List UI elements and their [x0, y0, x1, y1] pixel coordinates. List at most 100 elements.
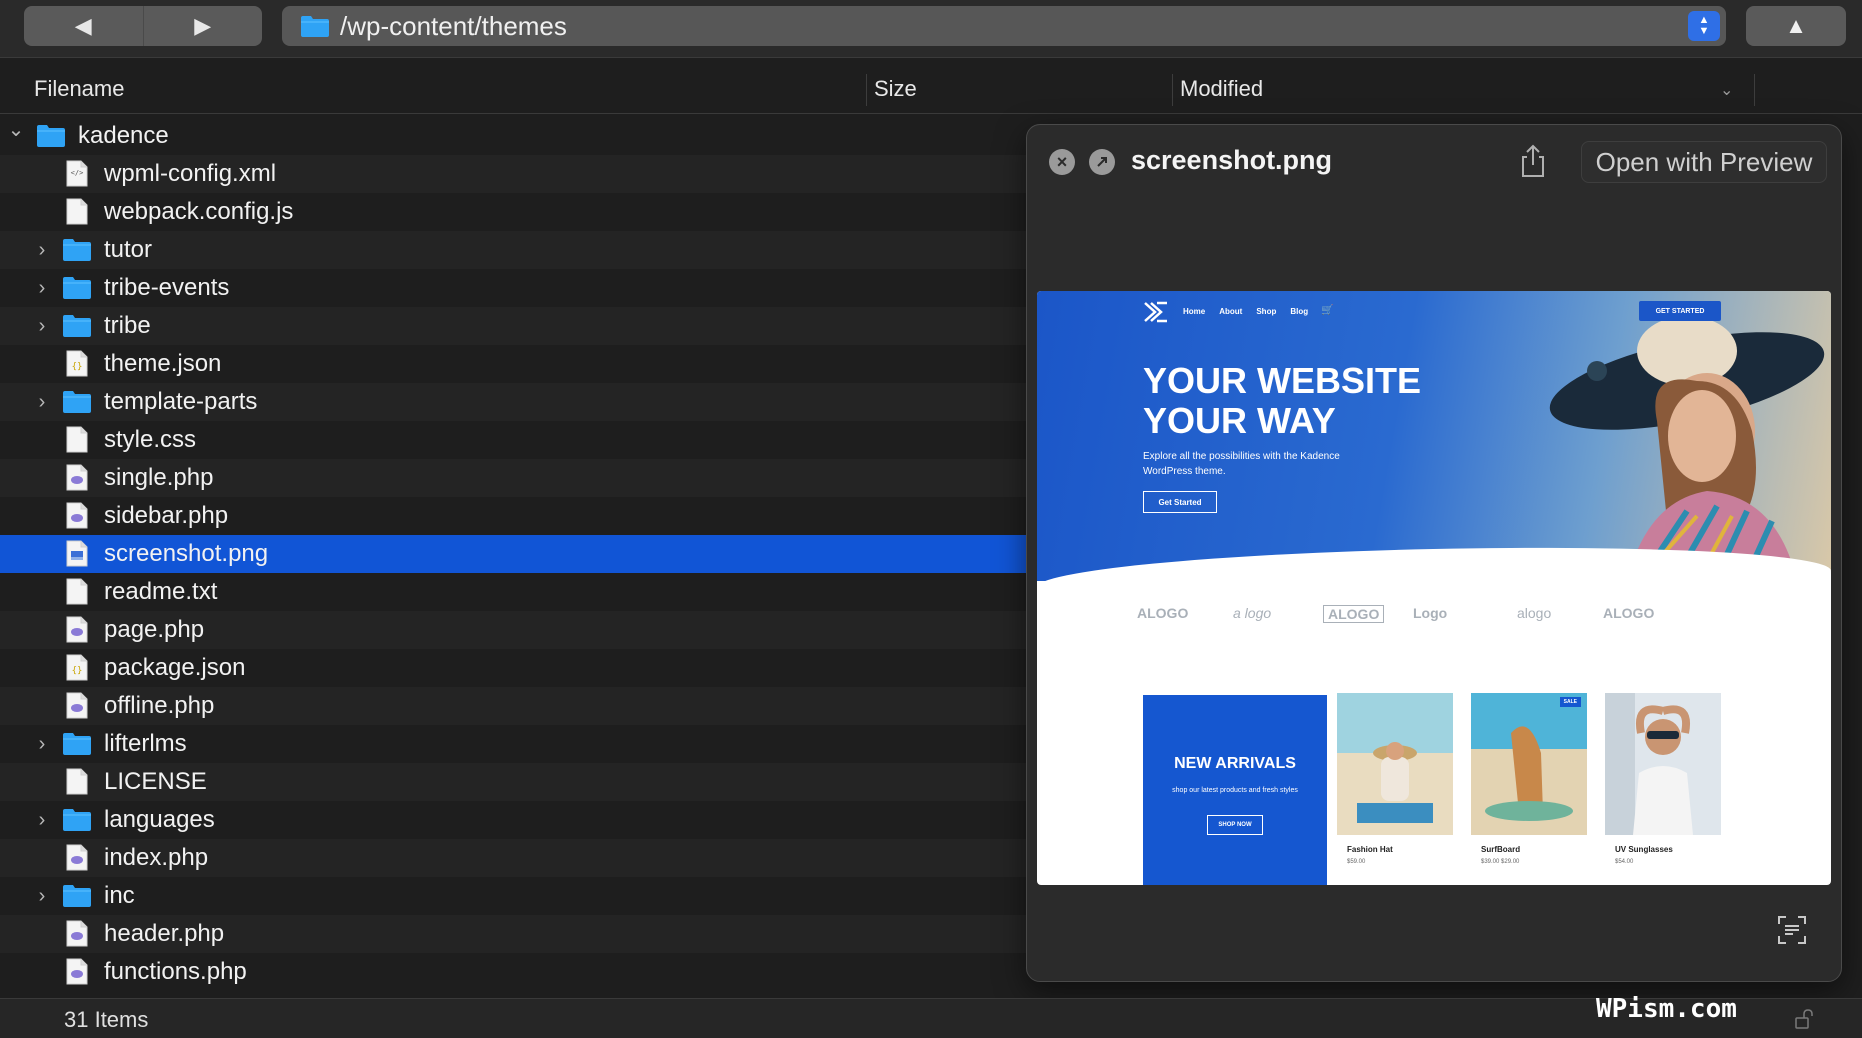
folder-icon — [62, 275, 92, 305]
file-name: webpack.config.js — [104, 198, 294, 225]
product-price: $59.00 — [1347, 859, 1366, 865]
file-row[interactable]: sidebar.php — [0, 497, 1026, 535]
new-arrivals-subtitle: shop our latest products and fresh style… — [1172, 787, 1298, 794]
forward-button[interactable]: ▶ — [142, 6, 263, 46]
parent-folder-button[interactable]: ▲ — [1746, 6, 1846, 46]
file-row[interactable]: {} theme.json — [0, 345, 1026, 383]
folder-row[interactable]: › tutor — [0, 231, 1026, 269]
column-divider[interactable] — [1754, 74, 1755, 106]
document-icon — [66, 578, 88, 610]
column-divider[interactable] — [1172, 74, 1173, 106]
back-arrow-icon: ◀ — [74, 13, 92, 38]
folder-row[interactable]: › languages — [0, 801, 1026, 839]
file-row[interactable]: style.css — [0, 421, 1026, 459]
image-file-icon — [66, 540, 88, 572]
site-nav-item: About — [1219, 307, 1243, 316]
folder-row[interactable]: › tribe-events — [0, 269, 1026, 307]
forward-arrow-icon: ▶ — [194, 13, 212, 38]
folder-row[interactable]: › template-parts — [0, 383, 1026, 421]
new-arrivals-card: NEW ARRIVALS shop our latest products an… — [1143, 695, 1327, 885]
file-row[interactable]: screenshot.png — [0, 535, 1026, 573]
document-icon — [66, 198, 88, 230]
product-card: Fashion Hat $59.00 — [1337, 693, 1453, 885]
file-row[interactable]: LICENSE — [0, 763, 1026, 801]
file-name: readme.txt — [104, 578, 218, 605]
folder-row[interactable]: ⌄ kadence — [0, 117, 1026, 155]
open-with-preview-button[interactable]: Open with Preview — [1581, 141, 1827, 183]
quicklook-title: screenshot.png — [1131, 145, 1333, 175]
path-selector[interactable]: /wp-content/themes ▲ ▼ — [282, 6, 1726, 46]
items-count: 31 Items — [64, 1007, 149, 1032]
folder-row[interactable]: › tribe — [0, 307, 1026, 345]
file-row[interactable]: index.php — [0, 839, 1026, 877]
product-image — [1471, 693, 1587, 835]
fullscreen-icon[interactable] — [1089, 149, 1115, 175]
file-row[interactable]: webpack.config.js — [0, 193, 1026, 231]
document-icon — [66, 768, 88, 800]
column-modified[interactable]: Modified — [1180, 76, 1263, 102]
sort-chevron-icon[interactable]: ⌄ — [1720, 80, 1733, 100]
file-name: tribe-events — [104, 274, 230, 301]
file-row[interactable]: </> wpml-config.xml — [0, 155, 1026, 193]
status-bar: 31 Items — [0, 998, 1862, 1038]
file-row[interactable]: {} package.json — [0, 649, 1026, 687]
file-name: tribe — [104, 312, 151, 339]
file-row[interactable]: functions.php — [0, 953, 1026, 991]
chevron-right-icon[interactable]: › — [32, 391, 52, 413]
file-name: screenshot.png — [104, 540, 269, 567]
file-name: LICENSE — [104, 768, 207, 795]
file-name: tutor — [104, 236, 153, 263]
chevron-right-icon[interactable]: › — [32, 809, 52, 831]
folder-row[interactable]: › inc — [0, 877, 1026, 915]
folder-icon — [62, 313, 92, 343]
toolbar: ◀ ▶ /wp-content/themes ▲ ▼ ▲ — [0, 0, 1862, 58]
up-arrow-icon: ▲ — [1785, 13, 1807, 38]
file-row[interactable]: single.php — [0, 459, 1026, 497]
php-file-icon — [66, 844, 88, 876]
site-nav-item: Shop — [1256, 307, 1277, 316]
svg-text:{}: {} — [72, 666, 83, 676]
share-icon[interactable] — [1517, 143, 1549, 179]
live-text-icon[interactable] — [1777, 915, 1807, 945]
hero-button: Get Started — [1143, 491, 1217, 513]
chevron-right-icon[interactable]: › — [32, 733, 52, 755]
file-list: ⌄ kadence </> wpml-config.xml webpack.config… — [0, 117, 1026, 997]
product-name: UV Sunglasses — [1615, 845, 1673, 854]
folder-row[interactable]: › lifterlms — [0, 725, 1026, 763]
site-nav-item: Home — [1183, 307, 1206, 316]
file-name: lifterlms — [104, 730, 187, 757]
partner-logo: Logo — [1413, 605, 1448, 621]
cart-icon: 🛒 — [1321, 305, 1334, 316]
file-name: sidebar.php — [104, 502, 229, 529]
column-filename[interactable]: Filename — [34, 76, 124, 102]
file-row[interactable]: page.php — [0, 611, 1026, 649]
back-button[interactable]: ◀ — [24, 6, 143, 46]
chevron-right-icon[interactable]: › — [32, 277, 52, 299]
php-file-icon — [66, 464, 88, 496]
unlock-icon[interactable] — [1794, 1008, 1816, 1030]
file-row[interactable]: readme.txt — [0, 573, 1026, 611]
chevron-right-icon[interactable]: › — [32, 239, 52, 261]
column-size[interactable]: Size — [874, 76, 917, 102]
site-nav-item: Blog — [1290, 307, 1309, 316]
chevron-right-icon[interactable]: › — [32, 315, 52, 337]
file-row[interactable]: header.php — [0, 915, 1026, 953]
path-dropdown-icon[interactable]: ▲ ▼ — [1688, 11, 1720, 41]
watermark: WPism.com — [1596, 994, 1737, 1024]
hero-title: YOUR WEBSITE YOUR WAY — [1143, 360, 1422, 441]
chevron-down-icon[interactable]: ⌄ — [6, 119, 26, 141]
folder-icon — [62, 237, 92, 267]
product-name: SurfBoard — [1481, 845, 1521, 854]
product-card: SALE SurfBoard $39.00 $29.00 — [1471, 693, 1587, 885]
file-name: header.php — [104, 920, 225, 947]
site-nav: Home About Shop Blog — [1183, 307, 1308, 316]
file-name: functions.php — [104, 958, 247, 985]
svg-text:{}: {} — [72, 362, 83, 372]
product-price: $39.00 $29.00 — [1481, 859, 1520, 865]
close-icon[interactable]: × — [1049, 149, 1075, 175]
file-name: page.php — [104, 616, 205, 643]
column-divider[interactable] — [866, 74, 867, 106]
file-row[interactable]: offline.php — [0, 687, 1026, 725]
image-preview: Home About Shop Blog 🛒 GET STARTED YOUR … — [1037, 291, 1831, 885]
chevron-right-icon[interactable]: › — [32, 885, 52, 907]
